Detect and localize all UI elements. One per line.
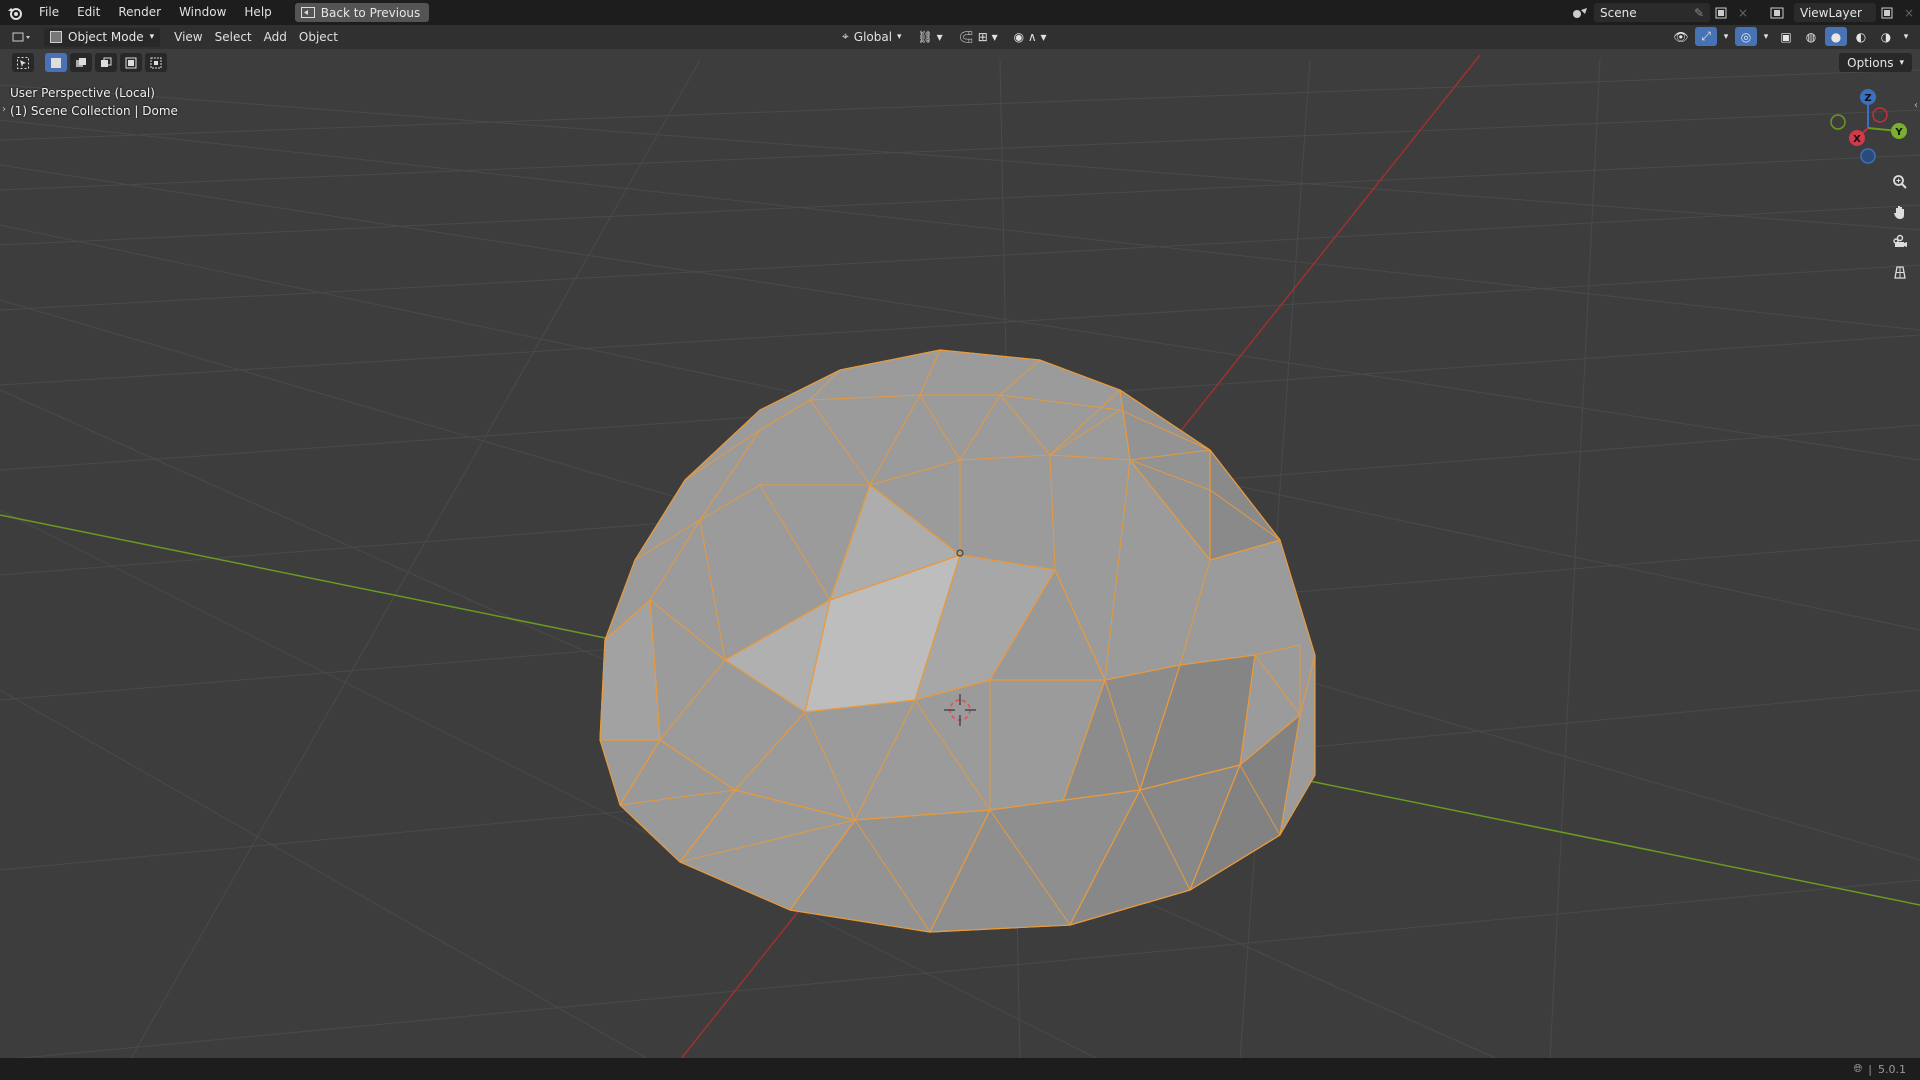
menu-add[interactable]: Add — [258, 28, 293, 47]
collection-expand-icon[interactable]: › — [2, 104, 6, 115]
new-scene-icon[interactable] — [1710, 3, 1732, 22]
top-right-controls: Scene ✎ × ViewLayer × — [1566, 0, 1920, 25]
back-button-label: Back to Previous — [320, 5, 421, 20]
gizmo-y-label: Y — [1894, 127, 1903, 138]
camera-icon[interactable] — [1888, 230, 1912, 254]
select-new-icon[interactable] — [45, 53, 67, 72]
menu-file[interactable]: File — [30, 0, 68, 25]
scene-name: Scene — [1600, 5, 1637, 20]
scene-field[interactable]: Scene ✎ — [1594, 3, 1710, 22]
visibility-icon[interactable]: 👁︎ — [1670, 27, 1692, 46]
chevron-down-icon: ▾ — [897, 31, 902, 42]
perspective-label: User Perspective (Local) — [10, 86, 155, 100]
overlay-icon[interactable]: ◎ — [1735, 27, 1757, 46]
sidebar-toggle-icon[interactable]: ‹ — [1914, 100, 1918, 111]
version-info: 🌐︎ | 5.0.1 — [1853, 1062, 1906, 1076]
pivot-icon[interactable]: ⛓ ▾ — [912, 27, 949, 46]
menu-help[interactable]: Help — [235, 0, 280, 25]
new-view-layer-icon[interactable] — [1876, 3, 1898, 22]
chevron-down-icon: ▾ — [1899, 57, 1904, 68]
rendered-icon[interactable]: ◑ — [1875, 27, 1897, 46]
3d-viewport[interactable]: Z Y X — [0, 0, 1920, 1080]
orientation-dropdown[interactable]: ⌖ Global ▾ — [836, 27, 908, 46]
solid-icon[interactable]: ● — [1825, 27, 1847, 46]
gizmo-x-label: X — [1853, 134, 1861, 145]
select-invert-icon[interactable] — [120, 53, 142, 72]
top-bar: File Edit Render Window Help Back to Pre… — [0, 0, 1920, 25]
pin-icon[interactable]: ✎ — [1694, 6, 1704, 20]
orientation-icon: ⌖ — [842, 29, 849, 43]
select-extend-icon[interactable] — [70, 53, 92, 72]
blender-logo-icon[interactable] — [0, 0, 30, 25]
gizmo-z-label: Z — [1864, 93, 1871, 104]
menu-select[interactable]: Select — [209, 28, 258, 47]
gizmo-icon[interactable]: ⤢ — [1695, 27, 1717, 46]
version-label: 5.0.1 — [1878, 1062, 1906, 1076]
options-dropdown[interactable]: Options ▾ — [1839, 53, 1912, 72]
menu-render[interactable]: Render — [109, 0, 170, 25]
view-layer-field[interactable]: ViewLayer — [1794, 3, 1876, 22]
chevron-down-icon: ▾ — [149, 32, 155, 42]
xray-icon[interactable]: ▣ — [1775, 27, 1797, 46]
grid-icon[interactable] — [1888, 260, 1912, 284]
collection-label: (1) Scene Collection | Dome — [10, 104, 178, 118]
close-view-layer-icon[interactable]: × — [1898, 3, 1920, 22]
menu-edit[interactable]: Edit — [68, 0, 109, 25]
menu-window[interactable]: Window — [170, 0, 235, 25]
select-intersect-icon[interactable] — [145, 53, 167, 72]
object-mode-label: Object Mode — [68, 30, 144, 44]
scene-icon[interactable] — [1566, 3, 1594, 22]
select-tool-icon[interactable] — [12, 53, 34, 72]
editor-type-icon[interactable] — [6, 28, 38, 47]
view-layer-icon[interactable] — [1764, 3, 1794, 22]
menu-object[interactable]: Object — [293, 28, 344, 47]
chevron-down-icon[interactable]: ▾ — [1760, 27, 1772, 46]
menu-view[interactable]: View — [168, 28, 208, 47]
orientation-label: Global — [853, 29, 893, 44]
chevron-down-icon[interactable]: ▾ — [1720, 27, 1732, 46]
object-mode-dropdown[interactable]: Object Mode ▾ — [44, 27, 161, 47]
view-layer-name: ViewLayer — [1800, 5, 1862, 20]
transform-controls: ⌖ Global ▾ ⛓ ▾ 🧲︎ ⊞ ▾ ◉ ∧ ▾ — [836, 27, 1053, 46]
wireframe-icon[interactable]: ◍ — [1800, 27, 1822, 46]
chevron-down-icon[interactable]: ▾ — [1900, 27, 1912, 46]
proportional-icon[interactable]: ◉ ∧ ▾ — [1008, 27, 1053, 46]
close-scene-icon[interactable]: × — [1732, 3, 1754, 22]
tool-settings-row — [12, 53, 167, 72]
back-to-previous-button[interactable]: Back to Previous — [294, 3, 430, 22]
viewport-display-controls: 👁︎ ⤢ ▾ ◎ ▾ ▣ ◍ ● ◐ ◑ ▾ — [1670, 27, 1912, 46]
network-icon: 🌐︎ — [1853, 1062, 1863, 1075]
material-icon[interactable]: ◐ — [1850, 27, 1872, 46]
version-separator: | — [1868, 1062, 1872, 1076]
hand-icon[interactable] — [1888, 200, 1912, 224]
back-icon — [300, 7, 315, 18]
status-bar: 🌐︎ | 5.0.1 — [0, 1058, 1920, 1080]
gizmo-neg-z — [1860, 148, 1876, 164]
object-mode-icon — [50, 31, 62, 43]
select-subtract-icon[interactable] — [95, 53, 117, 72]
snap-icon[interactable]: 🧲︎ ⊞ ▾ — [953, 27, 1004, 46]
zoom-icon[interactable] — [1888, 170, 1912, 194]
options-label: Options — [1847, 55, 1894, 70]
